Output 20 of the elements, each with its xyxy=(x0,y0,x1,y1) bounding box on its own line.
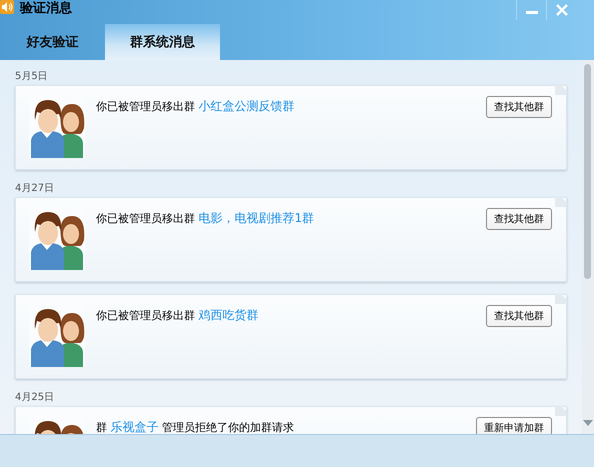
message-text: 你已被管理员移出群 小红盒公测反馈群 xyxy=(96,98,296,115)
window-title: 验证消息 xyxy=(20,0,72,17)
date-label: 4月25日 xyxy=(15,391,56,405)
scroll-thumb[interactable] xyxy=(584,64,591,279)
action-button[interactable]: 查找其他群 xyxy=(486,208,552,230)
tab[interactable]: 好友验证 xyxy=(0,24,105,60)
date-label: 5月5日 xyxy=(15,70,49,84)
tab[interactable]: 群系统消息 xyxy=(105,24,220,60)
scroll-down-icon[interactable] xyxy=(583,420,593,426)
message-text: 你已被管理员移出群 电影，电视剧推荐1群 xyxy=(96,210,316,227)
minimize-icon xyxy=(526,11,538,14)
close-icon xyxy=(554,4,568,16)
scrollbar[interactable] xyxy=(582,60,594,434)
action-button[interactable]: 查找其他群 xyxy=(486,305,552,327)
speaker-icon xyxy=(0,0,14,14)
action-button[interactable]: 查找其他群 xyxy=(486,96,552,118)
message-text: 群 乐视盒子 管理员拒绝了你的加群请求 xyxy=(96,419,295,434)
date-label: 4月27日 xyxy=(15,182,56,196)
action-button[interactable]: 重新申请加群 xyxy=(476,417,552,434)
message-text: 你已被管理员移出群 鸡西吃货群 xyxy=(96,307,260,324)
